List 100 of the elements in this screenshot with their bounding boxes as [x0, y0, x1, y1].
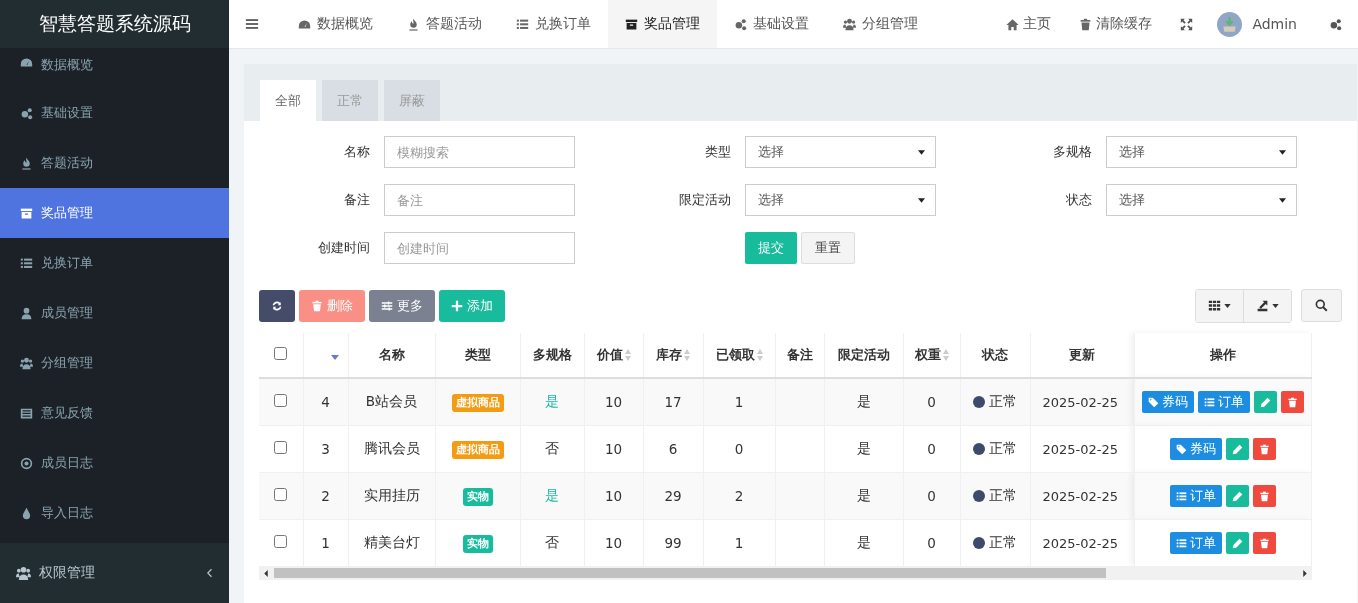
reset-button[interactable]: 重置: [801, 232, 855, 264]
user-icon: [20, 306, 33, 320]
list-icon: [1203, 396, 1215, 408]
select-field[interactable]: 选择: [1106, 184, 1297, 216]
grid-icon: [1208, 299, 1221, 312]
column-header: 多规格: [532, 346, 572, 364]
gauge-icon: [298, 17, 311, 31]
sidebar-item[interactable]: 奖品管理: [0, 188, 229, 238]
nav-tab[interactable]: 兑换订单: [499, 0, 608, 48]
row-checkbox[interactable]: [274, 488, 288, 501]
menu-icon[interactable]: [245, 17, 259, 31]
filter-tab[interactable]: 全部: [260, 80, 316, 121]
table-cell: 10: [604, 488, 623, 504]
trash-icon: [1079, 17, 1093, 31]
archive-icon: [625, 17, 638, 31]
table-cell: 0: [734, 441, 744, 457]
sidebar-item[interactable]: 成员日志: [0, 438, 229, 488]
caret-icon: [918, 149, 925, 155]
table-cell: 1: [734, 535, 744, 551]
gears-icon: [734, 17, 747, 31]
column-header: 状态: [982, 346, 1008, 364]
sort-desc-icon[interactable]: [330, 354, 339, 360]
table-cell: 是: [856, 440, 871, 456]
table-cell: 是: [545, 393, 559, 409]
table-cell: 2: [734, 488, 744, 504]
scroll-left-icon[interactable]: [264, 569, 268, 577]
delete-button[interactable]: [1280, 391, 1304, 413]
nav-tab[interactable]: 奖品管理: [608, 0, 717, 48]
table-cell: 是: [856, 534, 871, 550]
sidebar-item[interactable]: 答题活动: [0, 138, 229, 188]
edit-button[interactable]: [1225, 532, 1249, 554]
order-button[interactable]: 订单: [1169, 485, 1222, 507]
user-menu[interactable]: Admin: [1207, 11, 1315, 37]
sidebar-item[interactable]: 基础设置: [0, 88, 229, 138]
table-cell: 2025-02-25: [1042, 535, 1119, 551]
table-cell: 0: [927, 488, 936, 504]
trash-icon: [1258, 537, 1270, 549]
sidebar-item[interactable]: 意见反馈: [0, 388, 229, 438]
nav-tab[interactable]: 基础设置: [717, 0, 826, 48]
export-dropdown-button[interactable]: [1243, 289, 1291, 322]
text-field[interactable]: 模糊搜索: [384, 136, 575, 168]
delete-button[interactable]: [1252, 532, 1276, 554]
caret-icon: [1279, 197, 1286, 203]
edit-button[interactable]: [1225, 485, 1249, 507]
refresh-button[interactable]: [259, 289, 295, 322]
text-field[interactable]: 创建时间: [384, 232, 575, 264]
search-icon: [1315, 299, 1328, 312]
sidebar-item[interactable]: 成员管理: [0, 288, 229, 338]
edit-button[interactable]: [1225, 438, 1249, 460]
field-label: 类型: [704, 143, 732, 161]
columns-dropdown-button[interactable]: [1196, 289, 1243, 322]
delete-button[interactable]: [1252, 438, 1276, 460]
fullscreen-icon[interactable]: [1180, 17, 1194, 31]
nav-link[interactable]: 清除缓存: [1065, 15, 1167, 33]
select-field[interactable]: 选择: [1106, 136, 1297, 168]
settings-icon[interactable]: [1329, 17, 1342, 31]
table-cell: 10: [604, 535, 623, 551]
order-button[interactable]: 订单: [1197, 391, 1250, 413]
scroll-right-icon[interactable]: [1303, 569, 1307, 577]
field-label: 状态: [1065, 191, 1093, 209]
tag-icon: [1175, 443, 1187, 455]
order-button[interactable]: 订单: [1169, 532, 1222, 554]
edit-button[interactable]: [1253, 391, 1277, 413]
more-button[interactable]: 更多: [369, 289, 435, 322]
row-checkbox[interactable]: [274, 535, 288, 548]
users-icon: [20, 356, 33, 370]
sidebar-item[interactable]: 分组管理: [0, 338, 229, 388]
select-field[interactable]: 选择: [745, 184, 936, 216]
row-checkbox[interactable]: [274, 441, 288, 454]
sidebar-item[interactable]: 兑换订单: [0, 238, 229, 288]
row-checkbox[interactable]: [274, 394, 288, 407]
trash-icon: [1258, 490, 1270, 502]
sidebar-item[interactable]: 数据概览: [0, 48, 229, 88]
trash-icon: [311, 299, 323, 312]
sidebar-footer-item[interactable]: 权限管理: [0, 543, 229, 603]
select-all-checkbox[interactable]: [274, 347, 288, 360]
search-button[interactable]: [1301, 289, 1342, 322]
table-cell: 腾讯会员: [363, 440, 420, 456]
sidebar-item[interactable]: 导入日志: [0, 488, 229, 538]
text-field[interactable]: 备注: [384, 184, 575, 216]
list-box-icon: [20, 406, 33, 420]
pencil-icon: [1259, 396, 1271, 408]
nav-tab[interactable]: 分组管理: [826, 0, 935, 48]
select-field[interactable]: 选择: [745, 136, 936, 168]
status-text: 正常: [989, 440, 1017, 458]
export-icon: [1256, 299, 1269, 312]
nav-tab[interactable]: 数据概览: [281, 0, 390, 48]
type-tag: 虚拟商品: [451, 393, 504, 412]
refresh-icon: [271, 299, 283, 312]
chevron-left-icon: [207, 568, 213, 578]
nav-link[interactable]: 主页: [992, 15, 1066, 33]
flame-icon: [407, 17, 420, 31]
delete-button[interactable]: [1252, 485, 1276, 507]
coupon-button[interactable]: 券码: [1169, 438, 1222, 460]
nav-tab[interactable]: 答题活动: [390, 0, 499, 48]
table-cell: 4: [321, 394, 330, 410]
coupon-button[interactable]: 券码: [1141, 391, 1194, 413]
table-cell: 是: [856, 393, 871, 409]
field-label: 名称: [343, 143, 371, 161]
horizontal-scrollbar[interactable]: [259, 566, 1312, 580]
